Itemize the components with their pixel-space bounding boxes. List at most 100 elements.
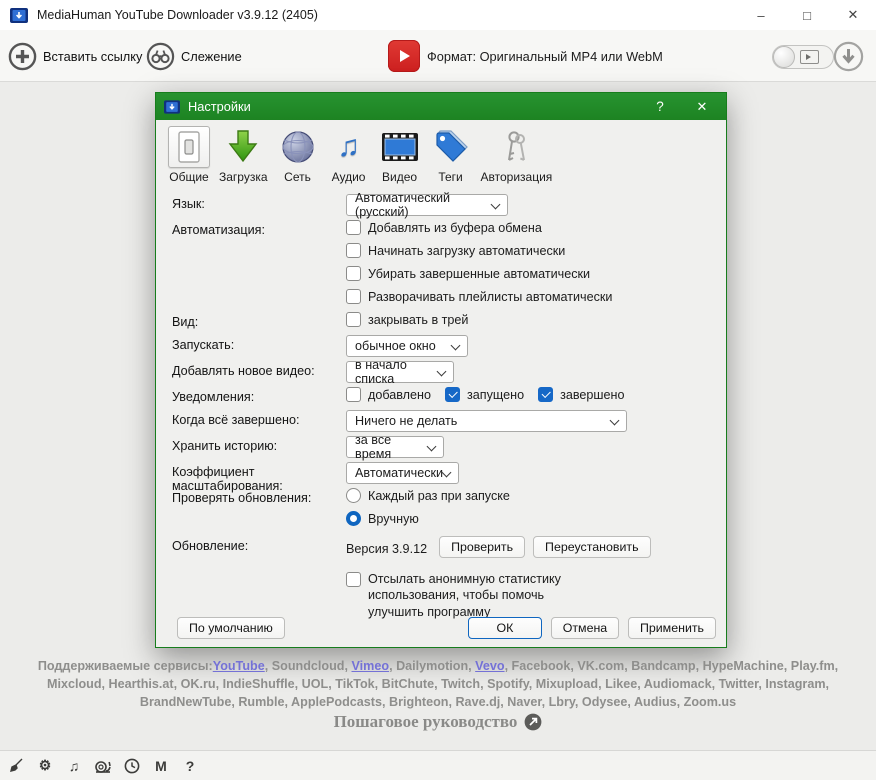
checkbox-icon [346, 266, 361, 281]
checkbox-icon [346, 312, 361, 327]
window-title: MediaHuman YouTube Downloader v3.9.12 (2… [37, 8, 318, 22]
supported-services-text: Поддерживаемые сервисы:YouTube, Soundclo… [14, 658, 862, 712]
update-label: Обновление: [172, 536, 346, 553]
radio-check-on-launch[interactable]: Каждый раз при запуске [346, 488, 510, 503]
close-icon[interactable]: ✕ [830, 0, 876, 30]
tab-network[interactable]: Сеть [277, 126, 319, 184]
radio-selected-icon [346, 511, 361, 526]
checkbox-notify-added[interactable]: добавлено [346, 387, 431, 402]
history-select[interactable]: за все время [346, 436, 444, 458]
paste-link-button[interactable]: Вставить ссылку [8, 30, 142, 82]
defaults-button[interactable]: По умолчанию [177, 617, 285, 639]
format-label: Формат: Оригинальный MP4 или WebM [427, 49, 663, 64]
tab-audio[interactable]: ♫ Аудио [328, 126, 370, 184]
checkbox-remove-completed[interactable]: Убирать завершенные автоматически [346, 266, 590, 281]
checkbox-checked-icon [538, 387, 553, 402]
paste-link-label: Вставить ссылку [43, 49, 142, 64]
mediahuman-logo-icon[interactable]: M [151, 756, 171, 776]
plus-circle-icon [8, 42, 37, 71]
reinstall-button[interactable]: Переустановить [533, 536, 651, 558]
binoculars-icon [146, 42, 175, 71]
arrow-circle-icon [524, 713, 542, 731]
scaling-select[interactable]: Автоматически [346, 462, 459, 484]
dialog-app-icon [164, 100, 180, 114]
download-button[interactable] [833, 41, 864, 75]
watch-button[interactable]: Слежение [146, 30, 242, 82]
settings-form: Язык: Автоматический (русский) Автоматиз… [156, 188, 726, 620]
checkbox-expand-playlists[interactable]: Разворачивать плейлисты автоматически [346, 289, 612, 304]
language-select[interactable]: Автоматический (русский) [346, 194, 508, 216]
minimize-icon[interactable]: – [738, 0, 784, 30]
main-toolbar: Вставить ссылку Слежение Формат: Оригина… [0, 30, 876, 82]
light-switch-icon [168, 126, 210, 168]
chevron-down-icon [437, 367, 447, 377]
dialog-button-row: По умолчанию ОК Отмена Применить [168, 617, 716, 639]
format-selector[interactable]: Формат: Оригинальный MP4 или WebM [388, 30, 663, 82]
cancel-button[interactable]: Отмена [551, 617, 619, 639]
checkbox-notify-started[interactable]: запущено [445, 387, 524, 402]
notifications-label: Уведомления: [172, 387, 346, 404]
tab-tags[interactable]: Теги [430, 126, 472, 184]
chevron-down-icon [610, 416, 620, 426]
video-icon [800, 50, 819, 64]
tab-authorization[interactable]: Авторизация [481, 126, 553, 184]
vimeo-link[interactable]: Vimeo [352, 659, 390, 673]
add-new-video-label: Добавлять новое видео: [172, 361, 346, 378]
clear-list-icon[interactable] [6, 756, 26, 776]
ok-button[interactable]: ОК [468, 617, 542, 639]
app-window: MediaHuman YouTube Downloader v3.9.12 (2… [0, 0, 876, 780]
vevo-link[interactable]: Vevo [475, 659, 504, 673]
history-clock-icon[interactable] [122, 756, 142, 776]
apply-button[interactable]: Применить [628, 617, 716, 639]
checkbox-icon [346, 387, 361, 402]
checkbox-clipboard-add[interactable]: Добавлять из буфера обмена [346, 220, 542, 235]
checkbox-notify-finished[interactable]: завершено [538, 387, 624, 402]
settings-gear-icon[interactable]: ⚙ [35, 756, 55, 776]
keys-icon [495, 126, 537, 168]
version-text: Версия 3.9.12 [346, 539, 427, 556]
toggle-knob [773, 46, 795, 68]
add-new-video-select[interactable]: в начало списка [346, 361, 454, 383]
tab-download[interactable]: Загрузка [219, 126, 268, 184]
settings-dialog: Настройки ? ✕ Общие [155, 92, 727, 648]
checkbox-auto-start[interactable]: Начинать загрузку автоматически [346, 243, 565, 258]
step-by-step-guide-link[interactable]: Пошаговое руководство [0, 712, 876, 732]
settings-tabbar: Общие Загрузка [156, 120, 726, 188]
chevron-down-icon [491, 200, 501, 210]
checkbox-icon [346, 289, 361, 304]
launch-select[interactable]: обычное окно [346, 335, 468, 357]
youtube-icon [388, 40, 420, 72]
radio-manually[interactable]: Вручную [346, 511, 419, 526]
checkbox-icon [346, 572, 361, 587]
maximize-icon[interactable]: □ [784, 0, 830, 30]
dialog-titlebar: Настройки ? ✕ [156, 93, 726, 120]
music-note-icon: ♫ [328, 126, 370, 168]
dialog-title: Настройки [188, 99, 251, 114]
watch-label: Слежение [181, 49, 242, 64]
when-done-select[interactable]: Ничего не делать [346, 410, 627, 432]
history-label: Хранить историю: [172, 436, 346, 453]
window-titlebar: MediaHuman YouTube Downloader v3.9.12 (2… [0, 0, 876, 30]
checkbox-anonymous-stats[interactable]: Отсылать анонимную статистику использова… [346, 571, 566, 620]
chevron-down-icon [427, 442, 437, 452]
download-icon [833, 41, 864, 72]
video-mode-toggle[interactable] [772, 45, 834, 69]
when-done-label: Когда всё завершено: [172, 410, 346, 427]
film-strip-icon [379, 126, 421, 168]
automation-label: Автоматизация: [172, 220, 346, 237]
checkbox-icon [346, 220, 361, 235]
checkbox-close-to-tray[interactable]: закрывать в трей [346, 312, 468, 327]
language-label: Язык: [172, 194, 346, 211]
dialog-help-button[interactable]: ? [640, 93, 680, 120]
slow-mode-snail-icon[interactable] [93, 756, 113, 776]
tab-video[interactable]: Видео [379, 126, 421, 184]
checkbox-icon [346, 243, 361, 258]
view-label: Вид: [172, 312, 346, 329]
dialog-close-icon[interactable]: ✕ [682, 93, 722, 120]
music-note-icon[interactable]: ♫ [64, 756, 84, 776]
youtube-link[interactable]: YouTube [213, 659, 265, 673]
check-update-button[interactable]: Проверить [439, 536, 525, 558]
tab-general[interactable]: Общие [168, 126, 210, 184]
help-icon[interactable]: ? [180, 756, 200, 776]
chevron-down-icon [451, 341, 461, 351]
